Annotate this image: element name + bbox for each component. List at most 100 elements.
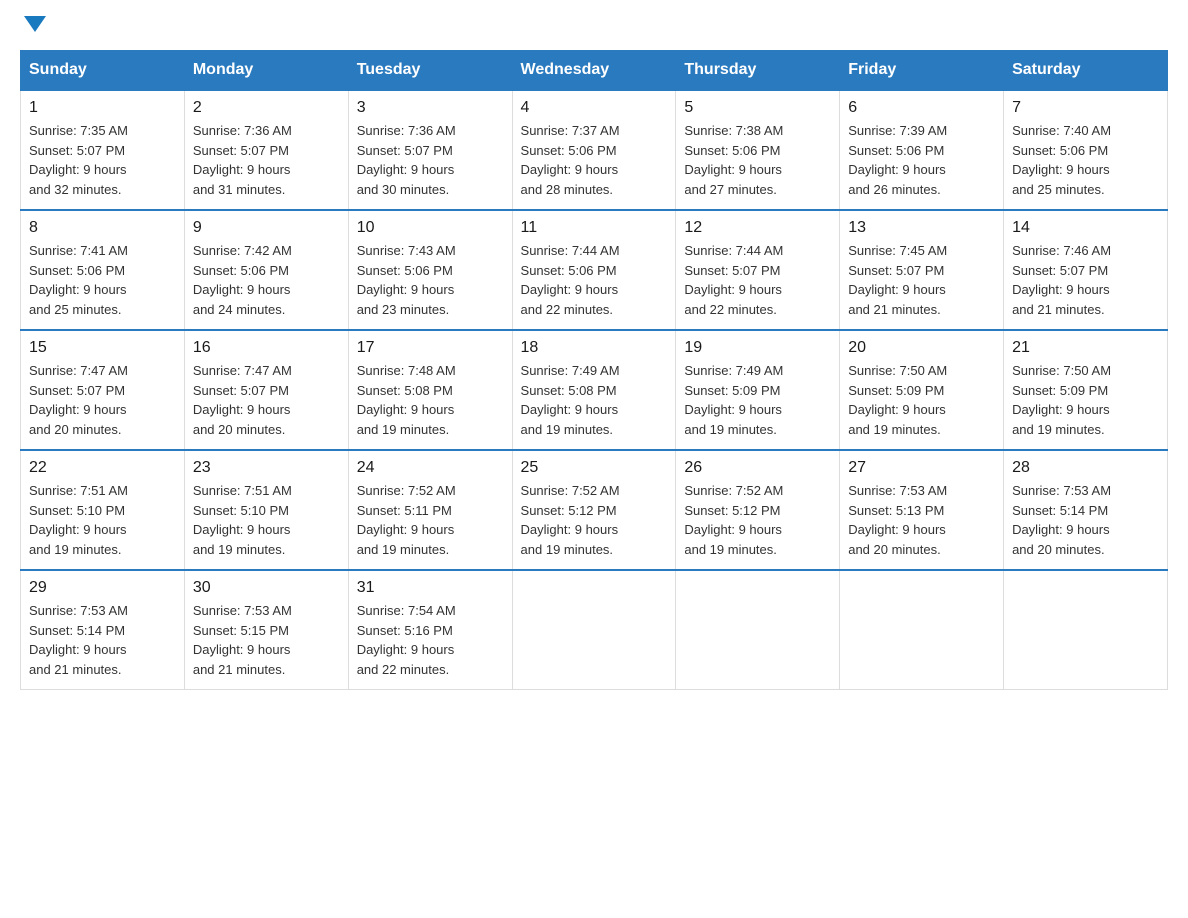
day-info: Sunrise: 7:44 AMSunset: 5:07 PMDaylight:… (684, 241, 831, 319)
day-info: Sunrise: 7:43 AMSunset: 5:06 PMDaylight:… (357, 241, 504, 319)
day-info: Sunrise: 7:52 AMSunset: 5:11 PMDaylight:… (357, 481, 504, 559)
day-number: 13 (848, 219, 995, 237)
week-row-5: 29 Sunrise: 7:53 AMSunset: 5:14 PMDayligh… (21, 570, 1168, 690)
day-number: 27 (848, 459, 995, 477)
day-info: Sunrise: 7:50 AMSunset: 5:09 PMDaylight:… (1012, 361, 1159, 439)
day-number: 6 (848, 99, 995, 117)
weekday-header-friday: Friday (840, 51, 1004, 91)
day-info: Sunrise: 7:49 AMSunset: 5:08 PMDaylight:… (521, 361, 668, 439)
day-info: Sunrise: 7:53 AMSunset: 5:13 PMDaylight:… (848, 481, 995, 559)
day-cell-2: 2 Sunrise: 7:36 AMSunset: 5:07 PMDaylight… (184, 90, 348, 210)
day-number: 11 (521, 219, 668, 237)
page-header (20, 20, 1168, 30)
day-cell-30: 30 Sunrise: 7:53 AMSunset: 5:15 PMDayligh… (184, 570, 348, 690)
day-cell-18: 18Sunrise: 7:49 AMSunset: 5:08 PMDayligh… (512, 330, 676, 450)
day-info: Sunrise: 7:36 AMSunset: 5:07 PMDaylight:… (193, 121, 340, 199)
day-cell-7: 7Sunrise: 7:40 AMSunset: 5:06 PMDaylight… (1004, 90, 1168, 210)
week-row-1: 1 Sunrise: 7:35 AMSunset: 5:07 PMDaylight… (21, 90, 1168, 210)
day-cell-5: 5 Sunrise: 7:38 AMSunset: 5:06 PMDaylight… (676, 90, 840, 210)
day-info: Sunrise: 7:36 AMSunset: 5:07 PMDaylight:… (357, 121, 504, 199)
day-cell-17: 17Sunrise: 7:48 AMSunset: 5:08 PMDayligh… (348, 330, 512, 450)
day-number: 19 (684, 339, 831, 357)
day-cell-31: 31 Sunrise: 7:54 AMSunset: 5:16 PMDayligh… (348, 570, 512, 690)
day-cell-23: 23 Sunrise: 7:51 AMSunset: 5:10 PMDayligh… (184, 450, 348, 570)
week-row-2: 8 Sunrise: 7:41 AMSunset: 5:06 PMDaylight… (21, 210, 1168, 330)
day-info: Sunrise: 7:50 AMSunset: 5:09 PMDaylight:… (848, 361, 995, 439)
day-info: Sunrise: 7:54 AMSunset: 5:16 PMDaylight:… (357, 601, 504, 679)
day-cell-8: 8 Sunrise: 7:41 AMSunset: 5:06 PMDaylight… (21, 210, 185, 330)
day-number: 5 (684, 99, 831, 117)
day-cell-24: 24 Sunrise: 7:52 AMSunset: 5:11 PMDayligh… (348, 450, 512, 570)
day-number: 8 (29, 219, 176, 237)
day-number: 23 (193, 459, 340, 477)
day-number: 29 (29, 579, 176, 597)
empty-cell (840, 570, 1004, 690)
day-cell-29: 29 Sunrise: 7:53 AMSunset: 5:14 PMDayligh… (21, 570, 185, 690)
weekday-header-sunday: Sunday (21, 51, 185, 91)
day-info: Sunrise: 7:49 AMSunset: 5:09 PMDaylight:… (684, 361, 831, 439)
day-number: 31 (357, 579, 504, 597)
day-cell-16: 16 Sunrise: 7:47 AMSunset: 5:07 PMDayligh… (184, 330, 348, 450)
day-info: Sunrise: 7:47 AMSunset: 5:07 PMDaylight:… (193, 361, 340, 439)
day-info: Sunrise: 7:35 AMSunset: 5:07 PMDaylight:… (29, 121, 176, 199)
day-info: Sunrise: 7:53 AMSunset: 5:15 PMDaylight:… (193, 601, 340, 679)
day-cell-13: 13 Sunrise: 7:45 AMSunset: 5:07 PMDayligh… (840, 210, 1004, 330)
day-number: 10 (357, 219, 504, 237)
day-number: 1 (29, 99, 176, 117)
day-cell-21: 21 Sunrise: 7:50 AMSunset: 5:09 PMDayligh… (1004, 330, 1168, 450)
day-info: Sunrise: 7:46 AMSunset: 5:07 PMDaylight:… (1012, 241, 1159, 319)
calendar-table: SundayMondayTuesdayWednesdayThursdayFrid… (20, 50, 1168, 690)
day-cell-22: 22Sunrise: 7:51 AMSunset: 5:10 PMDayligh… (21, 450, 185, 570)
day-number: 25 (521, 459, 668, 477)
day-info: Sunrise: 7:53 AMSunset: 5:14 PMDaylight:… (29, 601, 176, 679)
day-number: 9 (193, 219, 340, 237)
day-info: Sunrise: 7:37 AMSunset: 5:06 PMDaylight:… (521, 121, 668, 199)
day-info: Sunrise: 7:52 AMSunset: 5:12 PMDaylight:… (521, 481, 668, 559)
day-number: 4 (521, 99, 668, 117)
day-info: Sunrise: 7:52 AMSunset: 5:12 PMDaylight:… (684, 481, 831, 559)
logo-triangle-icon (24, 16, 46, 32)
day-number: 22 (29, 459, 176, 477)
day-number: 14 (1012, 219, 1159, 237)
day-info: Sunrise: 7:38 AMSunset: 5:06 PMDaylight:… (684, 121, 831, 199)
day-cell-20: 20 Sunrise: 7:50 AMSunset: 5:09 PMDayligh… (840, 330, 1004, 450)
day-cell-4: 4 Sunrise: 7:37 AMSunset: 5:06 PMDaylight… (512, 90, 676, 210)
week-row-4: 22 Sunrise: 7:51 AMSunset: 5:10 PMDayligh… (21, 450, 1168, 570)
day-info: Sunrise: 7:39 AMSunset: 5:06 PMDaylight:… (848, 121, 995, 199)
day-info: Sunrise: 7:41 AMSunset: 5:06 PMDaylight:… (29, 241, 176, 319)
day-cell-12: 12 Sunrise: 7:44 AMSunset: 5:07 PMDayligh… (676, 210, 840, 330)
day-info: Sunrise: 7:40 AMSunset: 5:06 PMDaylight:… (1012, 121, 1159, 199)
day-number: 20 (848, 339, 995, 357)
day-number: 21 (1012, 339, 1159, 357)
day-cell-26: 26Sunrise: 7:52 AMSunset: 5:12 PMDayligh… (676, 450, 840, 570)
day-info: Sunrise: 7:47 AMSunset: 5:07 PMDaylight:… (29, 361, 176, 439)
day-cell-15: 15Sunrise: 7:47 AMSunset: 5:07 PMDayligh… (21, 330, 185, 450)
day-cell-25: 25 Sunrise: 7:52 AMSunset: 5:12 PMDayligh… (512, 450, 676, 570)
day-cell-14: 14 Sunrise: 7:46 AMSunset: 5:07 PMDayligh… (1004, 210, 1168, 330)
day-cell-9: 9 Sunrise: 7:42 AMSunset: 5:06 PMDaylight… (184, 210, 348, 330)
day-cell-19: 19 Sunrise: 7:49 AMSunset: 5:09 PMDayligh… (676, 330, 840, 450)
weekday-header-saturday: Saturday (1004, 51, 1168, 91)
day-info: Sunrise: 7:42 AMSunset: 5:06 PMDaylight:… (193, 241, 340, 319)
day-number: 2 (193, 99, 340, 117)
day-cell-10: 10 Sunrise: 7:43 AMSunset: 5:06 PMDayligh… (348, 210, 512, 330)
empty-cell (676, 570, 840, 690)
week-row-3: 15Sunrise: 7:47 AMSunset: 5:07 PMDayligh… (21, 330, 1168, 450)
day-cell-11: 11 Sunrise: 7:44 AMSunset: 5:06 PMDayligh… (512, 210, 676, 330)
day-number: 16 (193, 339, 340, 357)
logo (20, 20, 46, 30)
day-info: Sunrise: 7:44 AMSunset: 5:06 PMDaylight:… (521, 241, 668, 319)
day-cell-3: 3Sunrise: 7:36 AMSunset: 5:07 PMDaylight… (348, 90, 512, 210)
day-cell-6: 6 Sunrise: 7:39 AMSunset: 5:06 PMDaylight… (840, 90, 1004, 210)
day-info: Sunrise: 7:53 AMSunset: 5:14 PMDaylight:… (1012, 481, 1159, 559)
day-info: Sunrise: 7:45 AMSunset: 5:07 PMDaylight:… (848, 241, 995, 319)
day-number: 17 (357, 339, 504, 357)
weekday-header-monday: Monday (184, 51, 348, 91)
day-number: 30 (193, 579, 340, 597)
day-number: 12 (684, 219, 831, 237)
empty-cell (1004, 570, 1168, 690)
day-number: 24 (357, 459, 504, 477)
day-info: Sunrise: 7:51 AMSunset: 5:10 PMDaylight:… (193, 481, 340, 559)
weekday-header-tuesday: Tuesday (348, 51, 512, 91)
weekday-header-thursday: Thursday (676, 51, 840, 91)
